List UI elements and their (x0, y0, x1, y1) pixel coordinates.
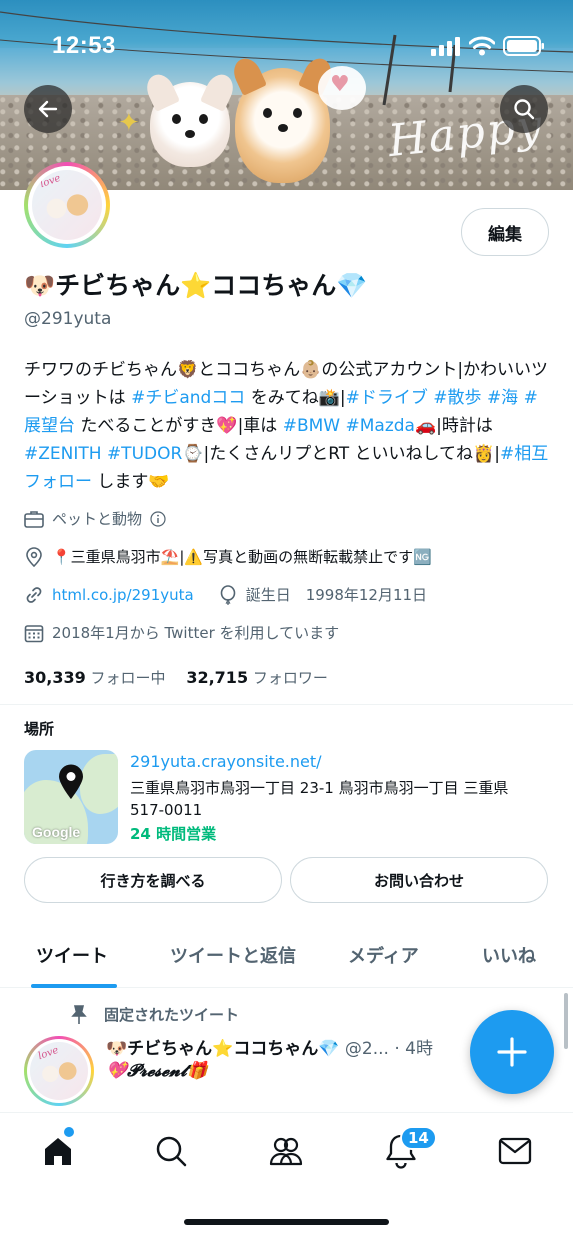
home-indicator (184, 1219, 389, 1225)
map-pin-icon (59, 764, 83, 799)
following-link[interactable]: 30,339 フォロー中 (24, 668, 166, 687)
followers-label: フォロワー (252, 669, 328, 687)
back-button[interactable] (24, 85, 72, 133)
dog-tan (229, 54, 336, 183)
business-website-link[interactable]: 291yuta.crayonsite.net/ (130, 752, 322, 771)
wifi-icon (469, 36, 495, 56)
bio-hashtag[interactable]: #BMW (283, 416, 340, 436)
profile-avatar[interactable]: love (24, 162, 110, 248)
sparkle-sticker: ✦ (118, 108, 140, 138)
following-label: フォロー中 (90, 669, 166, 687)
balloon-icon (218, 584, 238, 605)
tab-media[interactable]: メディア (348, 942, 419, 968)
location-pin-icon (24, 546, 44, 567)
search-icon (514, 99, 535, 120)
home-unread-dot (64, 1127, 74, 1137)
tweet-avatar-love-lettering: love (36, 1044, 61, 1063)
contact-button[interactable]: お問い合わせ (290, 857, 548, 903)
business-address: 三重県鳥羽市鳥羽一丁目 23-1 鳥羽市鳥羽一丁目 三重県 517-0011 (130, 779, 509, 819)
bio-hashtag[interactable]: #チビandココ (131, 388, 245, 408)
profile-handle: @291yuta (24, 309, 112, 329)
bio-text: たべることがすき💖|車は (75, 416, 283, 436)
bio-text: 🚗|時計は (414, 416, 493, 436)
tab-likes[interactable]: いいね (482, 942, 536, 968)
nav-messages[interactable] (495, 1131, 535, 1171)
birthday-text: 誕生日 1998年12月11日 (245, 586, 428, 604)
location-text: 📍三重県鳥羽市⛱️|⚠️写真と動画の無断転載禁止です🆖 (52, 548, 432, 566)
pinned-indicator: 固定されたツイート (70, 1004, 239, 1025)
mail-icon (498, 1137, 532, 1165)
avatar-image: love (32, 170, 102, 240)
profile-bio: チワワのチビちゃん🦁とココちゃん👶🏼の公式アカウント|かわいいツーショットは #… (24, 356, 554, 496)
profile-display-name: 🐶チビちゃん⭐️ココちゃん💎 (24, 271, 368, 300)
compose-tweet-button[interactable] (470, 1010, 554, 1094)
briefcase-icon (24, 509, 44, 529)
bio-text: をみてね📸| (245, 388, 346, 408)
join-date-text: 2018年1月から Twitter を利用しています (52, 624, 340, 642)
active-tab-indicator (31, 984, 117, 988)
map-google-logo: Google (32, 824, 81, 840)
bio-hashtag[interactable]: #散歩 (433, 388, 481, 408)
arrow-left-icon (38, 100, 58, 118)
search-button[interactable] (500, 85, 548, 133)
bio-text: します🤝 (92, 472, 170, 492)
tweet-handle-time: @2... · 4時 (339, 1039, 433, 1059)
avatar-love-lettering: love (38, 172, 63, 191)
tweet-avatar-image: love (30, 1042, 88, 1100)
pin-icon (70, 1004, 90, 1025)
nav-home[interactable] (38, 1131, 78, 1171)
business-hours: 24 時間営業 (130, 825, 217, 843)
edit-profile-button[interactable]: 編集 (461, 208, 549, 256)
home-icon (45, 1138, 71, 1165)
location-section-label: 場所 (24, 720, 55, 738)
map-thumbnail[interactable]: Google (24, 750, 118, 844)
communities-icon (269, 1137, 303, 1166)
bio-hashtag[interactable]: #ZENITH (24, 444, 102, 464)
profile-join-date: 2018年1月から Twitter を利用しています (24, 622, 339, 643)
bio-hashtag[interactable]: #ドライブ (346, 388, 428, 408)
status-time: 12:53 (52, 32, 116, 59)
profile-tabs: ツイート ツイートと返信 メディア いいね (0, 922, 573, 988)
directions-button[interactable]: 行き方を調べる (24, 857, 282, 903)
nav-search[interactable] (151, 1131, 191, 1171)
following-count: 30,339 (24, 668, 86, 687)
battery-icon (503, 36, 544, 56)
followers-count: 32,715 (186, 668, 249, 687)
system-icons (431, 36, 545, 56)
bio-hashtag[interactable]: #TUDOR (107, 444, 182, 464)
profile-location: 📍三重県鳥羽市⛱️|⚠️写真と動画の無断転載禁止です🆖 (24, 546, 432, 567)
tweet-header[interactable]: 🐶チビちゃん⭐️ココちゃん💎 @2... · 4時 (106, 1034, 433, 1059)
link-icon (24, 585, 44, 605)
plus-icon (497, 1037, 527, 1067)
heart-thought-bubble (318, 66, 366, 110)
profile-category: ペットと動物 (24, 508, 176, 529)
follow-counts: 30,339 フォロー中 32,715 フォロワー (24, 667, 328, 688)
notifications-badge: 14 (400, 1126, 437, 1150)
pinned-label: 固定されたツイート (104, 1006, 240, 1024)
profile-website-link[interactable]: html.co.jp/291yuta (52, 586, 194, 604)
status-bar: 12:53 (0, 28, 573, 64)
nav-communities[interactable] (266, 1131, 306, 1171)
category-label: ペットと動物 (52, 510, 143, 528)
bio-hashtag[interactable]: #海 (487, 388, 518, 408)
info-icon[interactable] (148, 509, 168, 529)
followers-link[interactable]: 32,715 フォロワー (186, 668, 328, 687)
dog-white (142, 70, 238, 167)
search-icon (156, 1136, 187, 1167)
calendar-icon (24, 623, 44, 643)
scrollbar[interactable] (564, 993, 568, 1049)
tab-tweets-and-replies[interactable]: ツイートと返信 (170, 942, 296, 968)
bio-text: ⌚️|たくさんリプとRT といいねしてね👸| (182, 444, 500, 464)
cellular-signal-icon (431, 37, 460, 56)
divider (0, 704, 573, 705)
tweet-author-avatar[interactable]: love (24, 1036, 94, 1106)
bio-hashtag[interactable]: #Mazda (346, 416, 415, 436)
profile-link-birthday-row: html.co.jp/291yuta 誕生日 1998年12月11日 (24, 584, 427, 605)
tweet-text[interactable]: 💖𝓟𝓻𝓮𝓼𝓮𝓷𝓽🎁 (106, 1061, 208, 1081)
tab-tweets[interactable]: ツイート (36, 942, 108, 968)
tweet-author-name: 🐶チビちゃん⭐️ココちゃん💎 (106, 1039, 340, 1059)
